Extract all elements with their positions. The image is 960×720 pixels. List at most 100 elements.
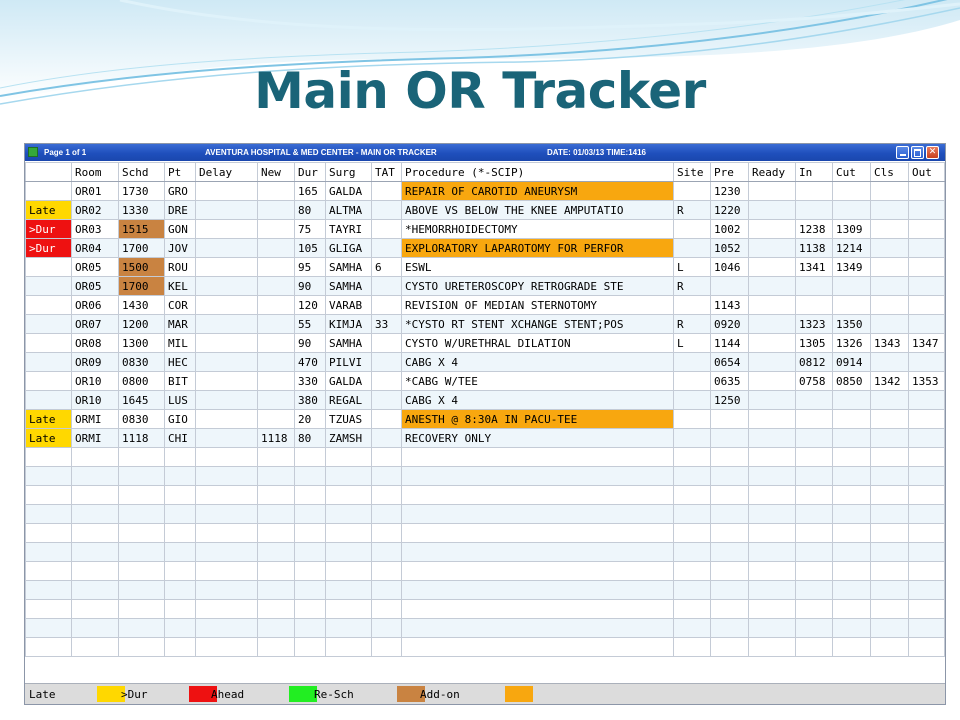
cell-delay <box>195 447 258 467</box>
cell-new <box>257 276 295 296</box>
empty-table-row[interactable] <box>25 542 945 562</box>
cell-cls <box>870 599 909 619</box>
empty-table-row[interactable] <box>25 561 945 581</box>
empty-table-row[interactable] <box>25 618 945 638</box>
column-header-new[interactable]: New <box>257 162 295 182</box>
cell-site <box>673 637 711 657</box>
cell-procedure: *CABG W/TEE <box>401 371 674 391</box>
cell-dur <box>294 447 326 467</box>
column-header-out[interactable]: Out <box>908 162 945 182</box>
cell-delay <box>195 637 258 657</box>
table-row[interactable]: OR07 1200 MAR 55 KIMJA 33 *CYSTO RT STENT XCHA… <box>25 314 945 334</box>
table-row[interactable]: OR05 1700 KEL 90 SAMHA CYSTO URETEROSCOPY RET… <box>25 276 945 296</box>
cell-in <box>795 485 833 505</box>
cell-room: OR09 <box>71 352 119 372</box>
cell-dur: 55 <box>294 314 326 334</box>
table-row[interactable]: OR01 1730 GRO 165 GALDA REPAIR OF CAROTID ANE… <box>25 181 945 201</box>
empty-table-row[interactable] <box>25 580 945 600</box>
cell-room: OR10 <box>71 390 119 410</box>
cell-dur: 90 <box>294 276 326 296</box>
cell-status: Late <box>25 200 72 220</box>
cell-cls <box>870 542 909 562</box>
column-header-in[interactable]: In <box>795 162 833 182</box>
cell-site <box>673 523 711 543</box>
status-legend: Late >Dur Ahead Re-Sch Add-on <box>25 683 945 704</box>
table-row[interactable]: Late OR02 1330 DRE 80 ALTMA ABOVE VS BELOW THE… <box>25 200 945 220</box>
cell-ready <box>748 561 796 581</box>
column-header-tat[interactable]: TAT <box>371 162 402 182</box>
table-row[interactable]: OR06 1430 COR 120 VARAB REVISION OF MEDIAN ST… <box>25 295 945 315</box>
empty-table-row[interactable] <box>25 447 945 467</box>
table-row[interactable]: OR05 1500 ROU 95 SAMHA 6 ESWL L 1046 1341 1349 <box>25 257 945 277</box>
cell-in <box>795 181 833 201</box>
window-titlebar[interactable]: Page 1 of 1 AVENTURA HOSPITAL & MED CENT… <box>25 144 945 161</box>
column-header-pre[interactable]: Pre <box>710 162 749 182</box>
table-row[interactable]: >Dur OR04 1700 JOV 105 GLIGA EXPLORATORY LAPAR… <box>25 238 945 258</box>
cell-pre <box>710 485 749 505</box>
column-header-site[interactable]: Site <box>673 162 711 182</box>
cell-room: OR08 <box>71 333 119 353</box>
cell-cls <box>870 466 909 486</box>
column-header-pt[interactable]: Pt <box>164 162 196 182</box>
minimize-icon[interactable] <box>896 146 909 159</box>
cell-new <box>257 580 295 600</box>
cell-pre: 0654 <box>710 352 749 372</box>
column-header-cut[interactable]: Cut <box>832 162 871 182</box>
table-row[interactable]: >Dur OR03 1515 GON 75 TAYRI *HEMORRHOIDECTOMY 1… <box>25 219 945 239</box>
cell-pre <box>710 504 749 524</box>
empty-table-row[interactable] <box>25 599 945 619</box>
column-header-dur[interactable]: Dur <box>294 162 326 182</box>
cell-delay <box>195 580 258 600</box>
column-header-delay[interactable]: Delay <box>195 162 258 182</box>
cell-pt: JOV <box>164 238 196 258</box>
close-icon[interactable]: ✕ <box>926 146 939 159</box>
cell-in <box>795 561 833 581</box>
cell-cut <box>832 523 871 543</box>
cell-ready <box>748 637 796 657</box>
cell-status: Late <box>25 409 72 429</box>
cell-new <box>257 409 295 429</box>
maximize-icon[interactable] <box>911 146 924 159</box>
cell-dur <box>294 599 326 619</box>
column-header-procedure[interactable]: Procedure (*-SCIP) <box>401 162 674 182</box>
column-header-room[interactable]: Room <box>71 162 119 182</box>
cell-surg: GALDA <box>325 371 372 391</box>
table-row[interactable]: OR09 0830 HEC 470 PILVI CABG X 4 0654 0812 0914 <box>25 352 945 372</box>
table-row[interactable]: Late ORMI 1118 CHI 1118 80 ZAMSH RECOVERY ONLY <box>25 428 945 448</box>
cell-pre: 1144 <box>710 333 749 353</box>
empty-table-row[interactable] <box>25 485 945 505</box>
column-header-ready[interactable]: Ready <box>748 162 796 182</box>
column-header-schd[interactable]: Schd <box>118 162 165 182</box>
table-row[interactable]: OR10 0800 BIT 330 GALDA *CABG W/TEE 0635 0758 08… <box>25 371 945 391</box>
cell-cls <box>870 181 909 201</box>
empty-table-row[interactable] <box>25 637 945 657</box>
table-row[interactable]: OR10 1645 LUS 380 REGAL CABG X 4 1250 <box>25 390 945 410</box>
column-header-surg[interactable]: Surg <box>325 162 372 182</box>
cell-tat <box>371 580 402 600</box>
cell-delay <box>195 352 258 372</box>
empty-table-row[interactable] <box>25 523 945 543</box>
column-header-cls[interactable]: Cls <box>870 162 909 182</box>
cell-surg: PILVI <box>325 352 372 372</box>
cell-dur: 95 <box>294 257 326 277</box>
cell-site <box>673 352 711 372</box>
column-header-status[interactable] <box>25 162 72 182</box>
cell-room <box>71 447 119 467</box>
cell-cut <box>832 181 871 201</box>
table-row[interactable]: OR08 1300 MIL 90 SAMHA CYSTO W/URETHRAL DILAT… <box>25 333 945 353</box>
cell-surg: SAMHA <box>325 276 372 296</box>
table-row[interactable]: Late ORMI 0830 GIO 20 TZUAS ANESTH @ 8:30A IN … <box>25 409 945 429</box>
cell-room: ORMI <box>71 409 119 429</box>
empty-table-row[interactable] <box>25 504 945 524</box>
cell-schd: 0800 <box>118 371 165 391</box>
cell-delay <box>195 561 258 581</box>
cell-pt <box>164 580 196 600</box>
cell-schd: 1700 <box>118 238 165 258</box>
cell-pt: ROU <box>164 257 196 277</box>
cell-out <box>908 352 945 372</box>
cell-in <box>795 542 833 562</box>
cell-site <box>673 485 711 505</box>
cell-tat <box>371 295 402 315</box>
cell-schd <box>118 637 165 657</box>
empty-table-row[interactable] <box>25 466 945 486</box>
